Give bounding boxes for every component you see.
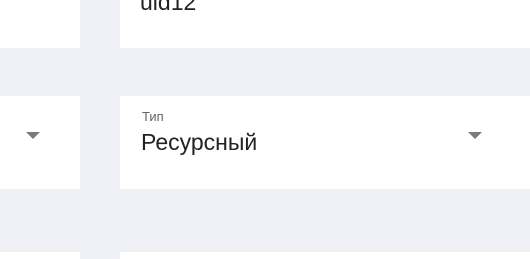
top-field-value: uid12 bbox=[140, 0, 197, 15]
type-select[interactable]: Тип Ресурсный bbox=[120, 96, 530, 189]
top-field[interactable]: uid12 bbox=[120, 0, 530, 48]
left-field-top bbox=[0, 0, 80, 48]
dropdown-arrow-icon[interactable] bbox=[26, 132, 40, 139]
type-select-value: Ресурсный bbox=[141, 129, 258, 155]
left-select-field[interactable] bbox=[0, 96, 80, 189]
dropdown-arrow-icon[interactable] bbox=[468, 132, 482, 139]
bottom-field[interactable] bbox=[120, 252, 530, 259]
type-select-label: Тип bbox=[142, 109, 164, 124]
left-field-bottom bbox=[0, 252, 80, 259]
